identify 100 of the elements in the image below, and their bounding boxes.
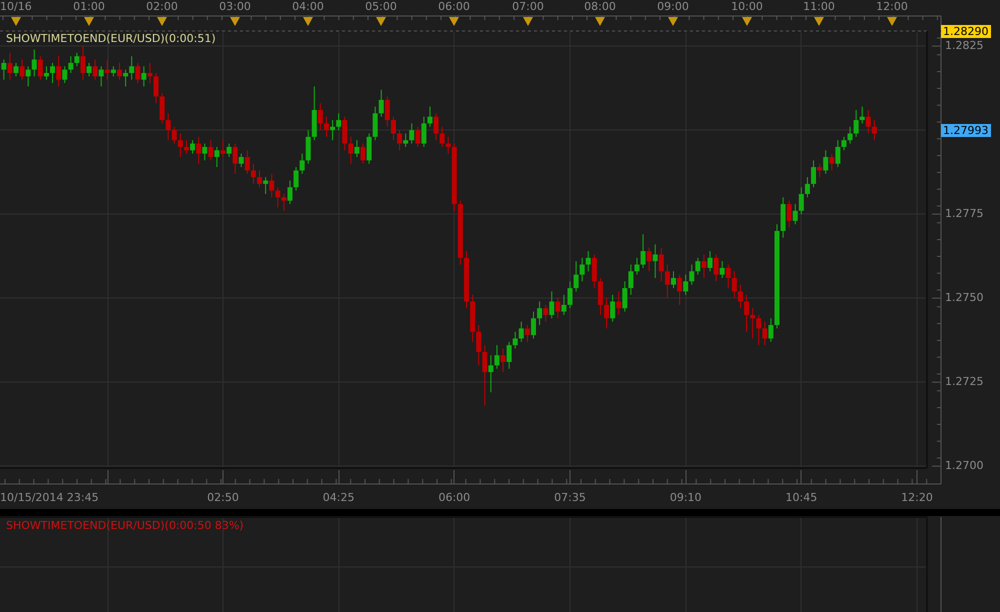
candlestick [494, 344, 500, 370]
candlestick [104, 59, 110, 80]
candlestick [372, 106, 378, 141]
time-label: 03:00 [219, 1, 251, 12]
candlestick [798, 186, 804, 215]
candlestick [275, 186, 280, 208]
candlestick [20, 59, 25, 80]
candlestick [300, 153, 305, 174]
candlestick [604, 298, 610, 329]
price-label: 1.2700 [945, 460, 984, 472]
candlestick [403, 132, 408, 148]
indicator-label: SHOWTIMETOEND(EUR/USD)(0:00:50 83%) [6, 520, 244, 531]
candlestick [324, 116, 329, 138]
candlestick [829, 153, 834, 171]
time-label: 02:00 [146, 1, 178, 12]
candlestick [190, 140, 196, 154]
candlestick [98, 66, 104, 87]
candlestick [610, 294, 616, 322]
candlestick [80, 46, 86, 80]
candlestick [294, 166, 299, 192]
candlestick [848, 126, 853, 144]
candlestick [689, 264, 694, 286]
candlestick [823, 150, 828, 174]
candlestick [714, 254, 719, 282]
candlestick [366, 132, 372, 164]
time-label: 08:00 [584, 1, 616, 12]
candlestick [574, 260, 579, 292]
candlestick [306, 130, 311, 164]
candlestick [854, 109, 859, 138]
candlestick [378, 89, 384, 118]
panel-separator[interactable] [0, 509, 1000, 516]
candlestick [226, 143, 232, 158]
candlestick [336, 112, 342, 131]
candlestick [530, 311, 536, 339]
candlestick [32, 48, 37, 77]
candlestick [160, 92, 165, 124]
candlestick [117, 62, 122, 80]
candlestick [62, 66, 68, 84]
candlestick [792, 204, 798, 225]
time-marker-icon [887, 17, 897, 26]
time-marker-icon [230, 17, 240, 26]
time-label: 09:00 [657, 1, 689, 12]
candlestick [652, 244, 658, 278]
candlestick [768, 318, 774, 342]
time-label: 04:25 [322, 492, 354, 503]
candlestick [354, 140, 360, 158]
candlestick [744, 294, 750, 332]
candlestick [56, 56, 62, 87]
candlestick [129, 56, 134, 80]
time-marker-icon [814, 17, 824, 26]
candlestick [421, 116, 426, 148]
candlestick [592, 254, 597, 289]
candlestick [135, 62, 140, 84]
candlestick [561, 294, 566, 316]
candlestick [622, 280, 628, 312]
candlestick [841, 136, 846, 151]
candlestick [537, 301, 542, 326]
time-marker-icon [376, 17, 386, 26]
price-label: 1.2775 [945, 208, 984, 220]
candlestick [762, 321, 768, 346]
candlestick [415, 126, 420, 148]
price-label: 1.2725 [945, 376, 984, 388]
candlestick [708, 250, 713, 272]
candlestick [14, 62, 19, 77]
price-label: 1.2825 [945, 40, 984, 52]
candlestick [202, 143, 208, 161]
time-marker-icon [742, 17, 752, 26]
time-label: 04:00 [292, 1, 324, 12]
candlestick [38, 56, 43, 80]
time-marker-icon [11, 17, 21, 26]
time-marker-icon [523, 17, 533, 26]
indicator-label: SHOWTIMETOEND(EUR/USD)(0:00:51) [6, 33, 216, 44]
candlestick [154, 72, 159, 104]
time-label: 12:20 [901, 492, 933, 503]
candlestick [397, 130, 402, 151]
time-label: 10:00 [731, 1, 763, 12]
candlestick [74, 52, 80, 67]
candlestick [244, 150, 250, 174]
candlestick [683, 274, 688, 296]
candlestick [750, 308, 756, 339]
time-label: 01:00 [73, 1, 105, 12]
high-price-tag: 1.28290 [941, 25, 990, 38]
candlestick [786, 200, 792, 228]
candlestick [92, 59, 98, 80]
candlestick [658, 247, 664, 282]
candlestick [616, 290, 622, 316]
candlestick [817, 163, 822, 178]
candlestick [257, 170, 262, 188]
candlestick [330, 120, 336, 141]
candlestick [86, 62, 92, 77]
last-price-tag: 1.27993 [941, 124, 990, 137]
candlestick [860, 106, 865, 124]
candlestick [677, 274, 682, 306]
candlestick [238, 153, 244, 168]
candlestick [232, 143, 238, 174]
date-time-label: 10/15/2014 23:45 [0, 492, 99, 503]
candlestick [220, 140, 226, 158]
candlestick [568, 280, 573, 309]
candlestick [646, 247, 652, 272]
candlestick [512, 331, 518, 350]
